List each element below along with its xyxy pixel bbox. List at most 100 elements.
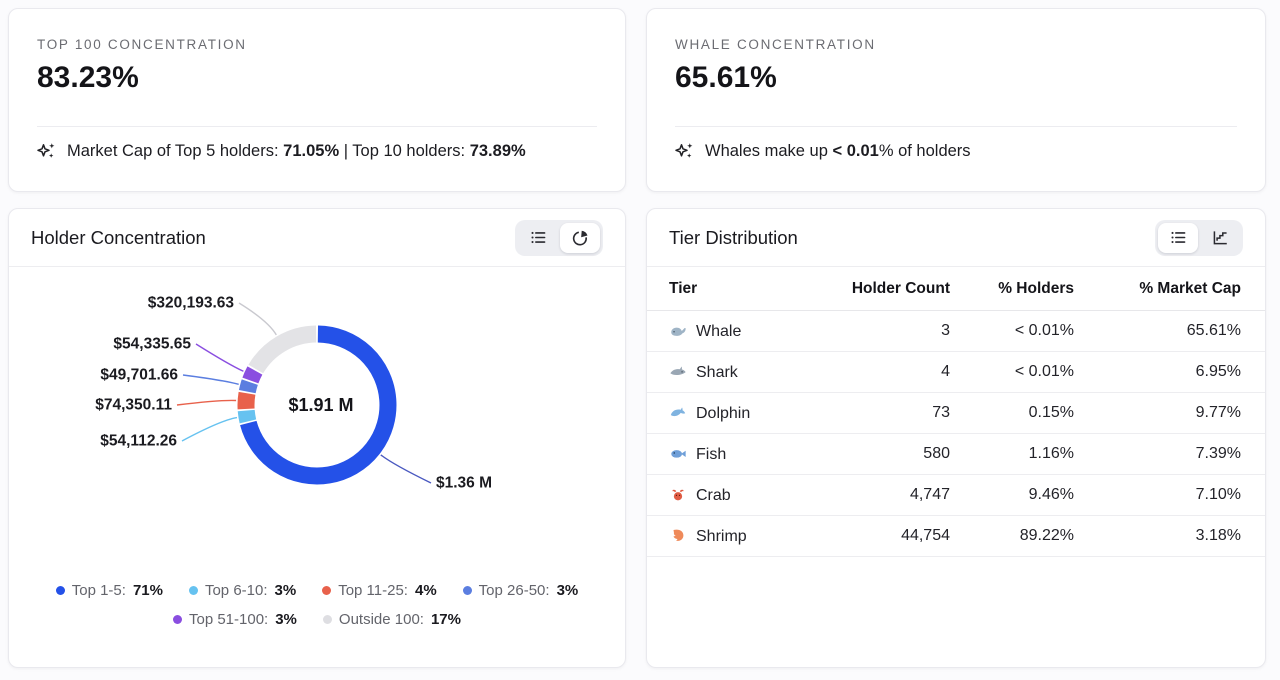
insight-note: Market Cap of Top 5 holders: 71.05% | To… — [37, 141, 597, 161]
holder-count: 3 — [817, 311, 950, 352]
donut-center-total: $1.91 M — [288, 395, 353, 415]
donut-callout-line — [381, 455, 431, 483]
pct-holders: 1.16% — [950, 434, 1074, 475]
tier-name: Shark — [696, 364, 738, 381]
donut-value-label-top-1-5: $1.36 M — [436, 475, 492, 492]
donut-slice-top-11-25[interactable] — [246, 393, 247, 409]
donut-callout-line — [196, 344, 243, 371]
holder-count: 580 — [817, 434, 950, 475]
dolphin-icon — [669, 403, 687, 421]
insight-text: Market Cap of Top 5 holders: 71.05% | To… — [67, 142, 526, 161]
pie-view-button[interactable] — [560, 223, 600, 253]
legend-item-top-26-50[interactable]: Top 26-50: 3% — [463, 582, 579, 599]
donut-slice-top-51-100[interactable] — [250, 371, 255, 381]
donut-value-label-outside-100: $320,193.63 — [148, 295, 235, 312]
donut-value-label-top-26-50: $49,701.66 — [100, 367, 178, 384]
legend-label: Top 11-25: — [338, 582, 408, 599]
whale-icon — [669, 321, 687, 339]
pct-market-cap: 7.39% — [1074, 434, 1265, 475]
pct-market-cap: 6.95% — [1074, 352, 1265, 393]
pct-market-cap: 3.18% — [1074, 516, 1265, 557]
legend-dot — [56, 586, 65, 595]
donut-callout-line — [239, 303, 276, 335]
legend-value: 3% — [275, 611, 297, 628]
column-header-pct-holders: % Holders — [950, 267, 1074, 311]
pct-holders: < 0.01% — [950, 352, 1074, 393]
holder-count: 44,754 — [817, 516, 950, 557]
panel-header: Holder Concentration — [9, 209, 625, 267]
whale-concentration-card: WHALE CONCENTRATION 65.61% Whales make u… — [646, 8, 1266, 192]
legend-item-top-6-10[interactable]: Top 6-10: 3% — [189, 582, 296, 599]
tier-name: Crab — [696, 487, 731, 504]
pct-market-cap: 9.77% — [1074, 393, 1265, 434]
legend-dot — [322, 586, 331, 595]
donut-value-label-top-51-100: $54,335.65 — [113, 336, 191, 353]
column-header-holder-count: Holder Count — [817, 267, 950, 311]
divider — [675, 126, 1237, 127]
legend-value: 3% — [275, 582, 297, 599]
donut-value-label-top-6-10: $54,112.26 — [100, 433, 177, 450]
fish-icon — [669, 444, 687, 462]
donut-slice-top-6-10[interactable] — [246, 411, 248, 422]
legend-value: 4% — [415, 582, 437, 599]
holder-concentration-donut-chart: $1.36 M $54,112.26 $74,350.11 $49,701.66 $54… — [9, 267, 627, 567]
list-view-button[interactable] — [518, 223, 558, 253]
sparkle-icon — [37, 141, 57, 161]
top-100-concentration-card: TOP 100 CONCENTRATION 83.23% Market Cap … — [8, 8, 626, 192]
holder-count: 4,747 — [817, 475, 950, 516]
legend-item-outside-100[interactable]: Outside 100: 17% — [323, 611, 461, 628]
pct-holders: 89.22% — [950, 516, 1074, 557]
tier-name: Whale — [696, 323, 741, 340]
pct-holders: < 0.01% — [950, 311, 1074, 352]
tier-distribution-table: Tier Holder Count % Holders % Market Cap… — [647, 267, 1265, 557]
pct-holders: 9.46% — [950, 475, 1074, 516]
legend-dot — [189, 586, 198, 595]
stat-value: 65.61% — [675, 61, 1237, 95]
legend-dot — [323, 615, 332, 624]
bar-view-button[interactable] — [1200, 223, 1240, 253]
stat-title: WHALE CONCENTRATION — [675, 37, 1237, 52]
tier-name: Shrimp — [696, 528, 747, 545]
donut-callout-line — [182, 418, 237, 441]
tier-row-whale: Whale3< 0.01%65.61% — [647, 311, 1265, 352]
holder-count: 73 — [817, 393, 950, 434]
table-header-row: Tier Holder Count % Holders % Market Cap — [647, 267, 1265, 311]
legend-value: 17% — [431, 611, 461, 628]
panel-header: Tier Distribution — [647, 209, 1265, 267]
tier-row-crab: Crab 4,7479.46%7.10% — [647, 475, 1265, 516]
legend-value: 71% — [133, 582, 163, 599]
column-header-pct-market-cap: % Market Cap — [1074, 267, 1265, 311]
legend-label: Top 51-100: — [189, 611, 268, 628]
column-header-tier: Tier — [647, 267, 817, 311]
list-view-button[interactable] — [1158, 223, 1198, 253]
panel-title: Tier Distribution — [669, 227, 798, 249]
sparkle-icon — [675, 141, 695, 161]
legend-item-top-11-25[interactable]: Top 11-25: 4% — [322, 582, 436, 599]
legend-label: Top 1-5: — [72, 582, 126, 599]
tier-row-dolphin: Dolphin 730.15%9.77% — [647, 393, 1265, 434]
donut-slice-outside-100[interactable] — [256, 334, 316, 369]
donut-slice-top-26-50[interactable] — [247, 382, 250, 392]
shark-icon — [669, 362, 687, 380]
legend-label: Top 26-50: — [479, 582, 550, 599]
panel-title: Holder Concentration — [31, 227, 206, 249]
donut-callout-line — [177, 400, 236, 405]
tier-name: Dolphin — [696, 405, 750, 422]
stat-value: 83.23% — [37, 61, 597, 95]
view-toggle — [1155, 220, 1243, 256]
tier-distribution-card: Tier Distribution Tier Holder Count % Ho… — [646, 208, 1266, 668]
holder-count: 4 — [817, 352, 950, 393]
insight-note: Whales make up < 0.01% of holders — [675, 141, 1237, 161]
legend-item-top-51-100[interactable]: Top 51-100: 3% — [173, 611, 297, 628]
donut-svg: $1.36 M $54,112.26 $74,350.11 $49,701.66 $54… — [9, 267, 627, 567]
tier-row-fish: Fish 5801.16%7.39% — [647, 434, 1265, 475]
legend-label: Top 6-10: — [205, 582, 268, 599]
pct-holders: 0.15% — [950, 393, 1074, 434]
tier-row-shrimp: Shrimp 44,75489.22%3.18% — [647, 516, 1265, 557]
chart-legend: Top 1-5: 71%Top 6-10: 3%Top 11-25: 4%Top… — [9, 576, 625, 634]
pct-market-cap: 7.10% — [1074, 475, 1265, 516]
tier-name: Fish — [696, 446, 726, 463]
legend-item-top-1-5[interactable]: Top 1-5: 71% — [56, 582, 163, 599]
legend-label: Outside 100: — [339, 611, 424, 628]
donut-value-label-top-11-25: $74,350.11 — [95, 397, 172, 414]
